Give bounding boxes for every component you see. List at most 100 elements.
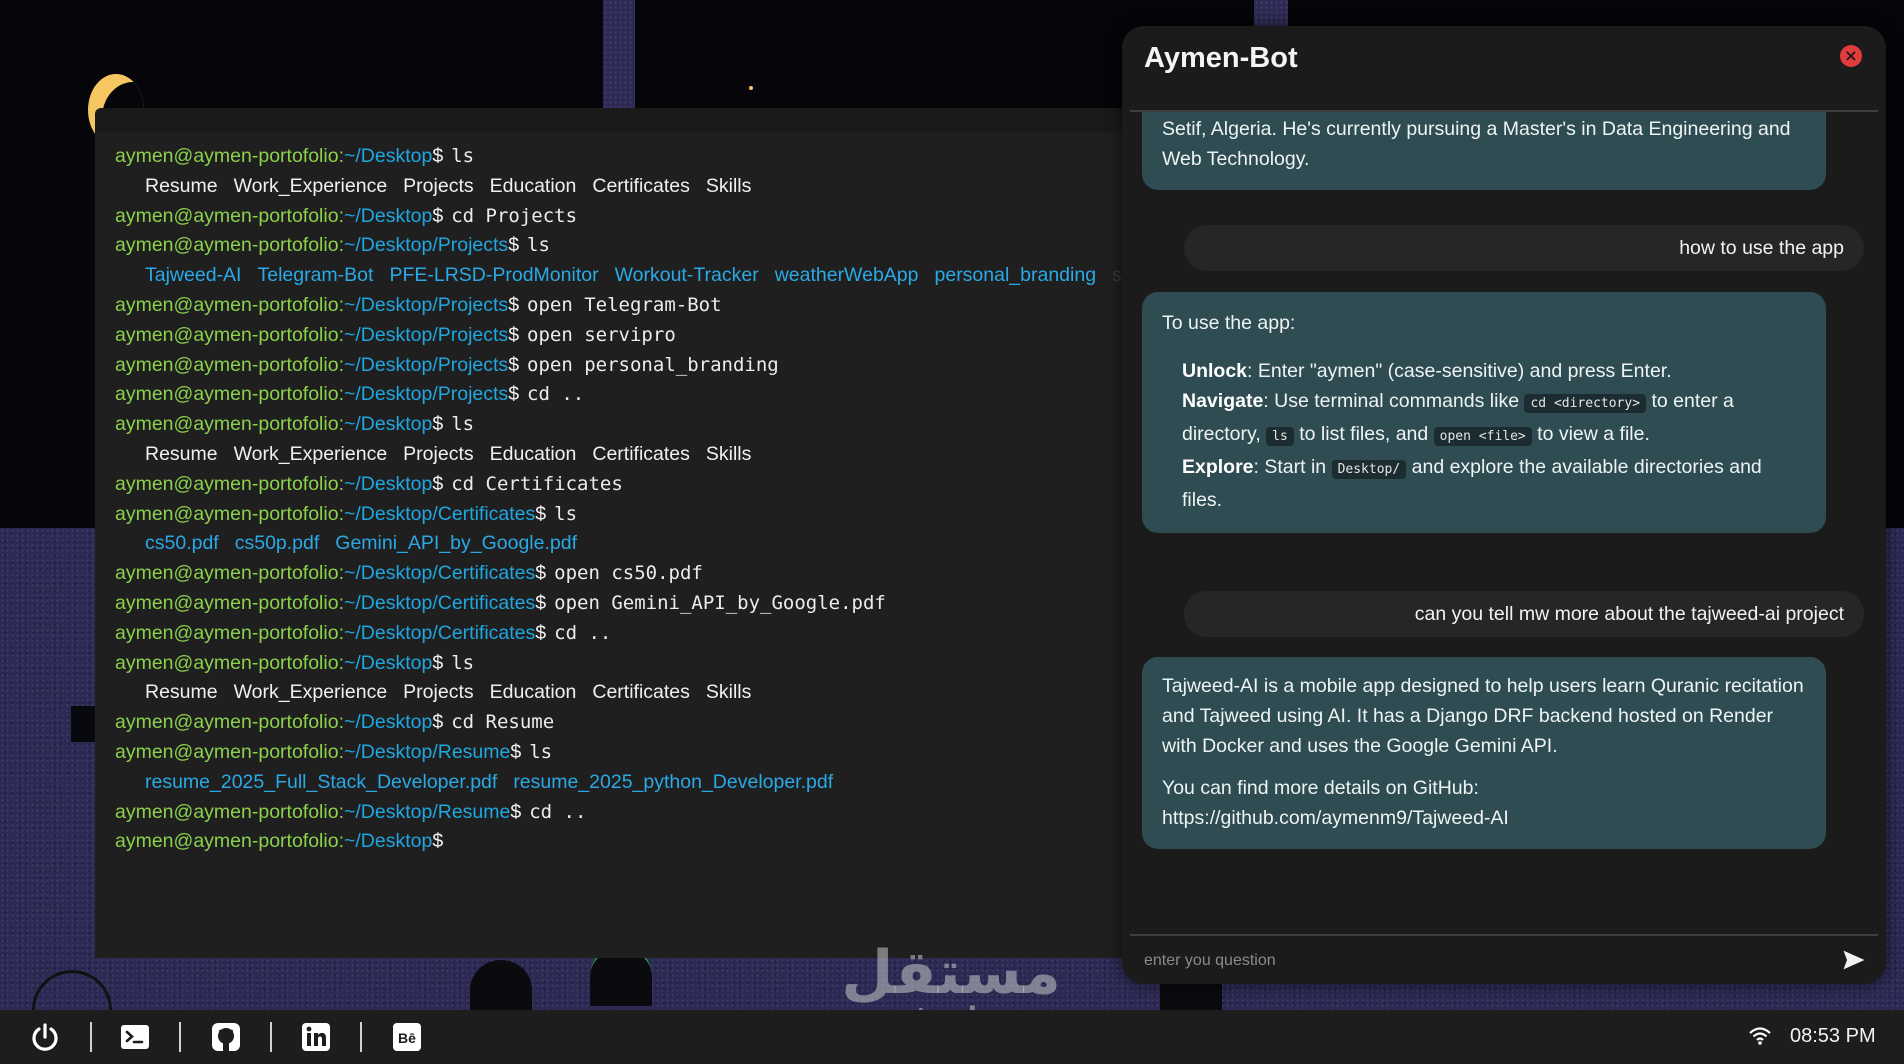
directory-entry[interactable]: Education [490,175,577,197]
prompt-path: ~/Desktop [343,711,433,734]
directory-entry[interactable]: Work_Experience [234,443,388,465]
prompt-path: ~/Desktop/Projects [343,353,509,376]
terminal-command-line: aymen@aymen-portofolio:~/Desktop/Project… [115,231,1125,261]
bot-message: Setif, Algeria. He's currently pursuing … [1142,112,1826,190]
directory-entry[interactable]: Resume [145,681,218,703]
directory-entry[interactable]: resume_2025_python_Developer.pdf [513,771,833,793]
prompt-path: ~/Desktop [343,145,433,167]
command-text: ls [451,651,475,674]
terminal-command-line: aymen@aymen-portofolio:~/Desktop/Certifi… [115,559,1125,589]
command-text: cd Certificates [451,472,623,495]
linkedin-icon[interactable] [300,1021,332,1053]
command-text: ls [527,234,550,257]
directory-entry[interactable]: cs50p.pdf [235,532,320,554]
code-snippet: open <file> [1433,427,1532,446]
directory-entry[interactable]: Certificates [592,681,690,703]
prompt-sign: $ [432,145,444,167]
close-icon[interactable]: × [1840,45,1862,67]
directory-entry[interactable]: Skills [706,681,752,703]
terminal-command-line: aymen@aymen-portofolio:~/Desktop/Project… [115,321,1125,351]
bot-message-text: To use the app: [1162,312,1296,334]
command-text: ls [451,413,475,436]
prompt-sign: $ [432,711,444,734]
prompt-sign: $ [510,740,522,763]
directory-entry[interactable]: weatherWebApp [775,264,919,286]
prompt-user: aymen@aymen-portofolio: [115,740,344,763]
terminal-command-line: aymen@aymen-portofolio:~/Desktop$ cd Proj… [115,202,1125,232]
send-icon[interactable] [1840,946,1868,974]
prompt-user: aymen@aymen-portofolio: [115,591,344,614]
terminal-command-line: aymen@aymen-portofolio:~/Desktop/Certifi… [115,589,1125,619]
taskbar-separator [360,1022,362,1052]
directory-entry[interactable]: Workout-Tracker [615,264,759,286]
user-message: can you tell mw more about the tajweed-a… [1184,591,1864,637]
directory-entry[interactable]: Gemini_API_by_Google.pdf [335,532,577,554]
prompt-path: ~/Desktop [343,413,433,436]
power-icon[interactable] [29,1021,61,1053]
prompt-path: ~/Desktop/Projects [343,383,509,406]
terminal-command-line: aymen@aymen-portofolio:~/Desktop/Project… [115,380,1125,410]
directory-entry[interactable]: Work_Experience [234,681,388,703]
svg-text:Bē: Bē [398,1030,416,1046]
directory-entry[interactable]: cs50.pdf [145,532,219,554]
command-text: cd .. [527,383,585,406]
prompt-sign: $ [508,293,520,316]
directory-entry[interactable]: Resume [145,175,218,197]
prompt-user: aymen@aymen-portofolio: [115,562,344,585]
directory-entry[interactable]: PFE-LRSD-ProdMonitor [389,264,598,286]
directory-entry[interactable]: Tajweed-AI [145,264,241,286]
chat-header: Aymen-Bot × [1122,26,1886,110]
chat-title: Aymen-Bot [1144,42,1298,74]
terminal-output-line: Resume Work_Experience Projects Education Ce… [115,440,1125,470]
prompt-user: aymen@aymen-portofolio: [115,830,344,853]
terminal-command-line: aymen@aymen-portofolio:~/Desktop$ cd Cert… [115,470,1125,500]
chatbot-panel: Aymen-Bot × Setif, Algeria. He's current… [1122,26,1886,984]
terminal-command-line: aymen@aymen-portofolio:~/Desktop/Resume$… [115,738,1125,768]
github-icon[interactable] [210,1021,242,1053]
terminal-window[interactable]: aymen@aymen-portofolio:~/Desktop$ ls Resum… [95,108,1125,958]
chat-messages[interactable]: Setif, Algeria. He's currently pursuing … [1122,112,1886,934]
directory-entry[interactable]: Projects [403,443,473,465]
terminal-output-line: Resume Work_Experience Projects Education Ce… [115,172,1125,202]
directory-entry[interactable]: Certificates [592,443,690,465]
directory-entry[interactable]: Skills [706,443,752,465]
directory-entry[interactable]: Certificates [592,175,690,197]
directory-entry[interactable]: Skills [706,175,752,197]
directory-entry[interactable]: Education [490,681,577,703]
terminal-command-line: aymen@aymen-portofolio:~/Desktop$ ls [115,410,1125,440]
star-graphic [749,86,753,90]
terminal-command-line: aymen@aymen-portofolio:~/Desktop$ cd Resu… [115,708,1125,738]
directory-entry[interactable]: Work_Experience [234,175,388,197]
directory-entry[interactable]: Projects [403,681,473,703]
prompt-sign: $ [432,830,444,853]
command-text: cd Projects [451,204,578,227]
taskbar-separator [270,1022,272,1052]
terminal-command-line: aymen@aymen-portofolio:~/Desktop/Certifi… [115,500,1125,530]
prompt-user: aymen@aymen-portofolio: [115,204,344,227]
bot-message-text: Setif, Algeria. He's currently pursuing … [1162,118,1791,170]
wallpaper-stripe [603,0,635,110]
prompt-path: ~/Desktop/Projects [343,323,509,346]
user-message-text: how to use the app [1679,237,1844,259]
terminal-icon[interactable] [119,1021,151,1053]
directory-entry[interactable]: Resume [145,443,218,465]
directory-entry[interactable]: personal_branding [935,264,1097,286]
directory-entry[interactable]: Education [490,443,577,465]
prompt-user: aymen@aymen-portofolio: [115,353,344,376]
prompt-user: aymen@aymen-portofolio: [115,651,344,674]
question-input[interactable] [1144,946,1804,976]
terminal-command-line: aymen@aymen-portofolio:~/Desktop/Certifi… [115,619,1125,649]
directory-entry[interactable]: resume_2025_Full_Stack_Developer.pdf [145,771,497,793]
terminal-command-line: aymen@aymen-portofolio:~/Desktop$ ls [115,142,1125,172]
howto-list: Unlock: Enter "aymen" (case-sensitive) a… [1162,356,1804,515]
behance-icon[interactable]: Bē [391,1021,423,1053]
wifi-icon[interactable] [1748,1024,1772,1048]
directory-entry[interactable]: Telegram-Bot [257,264,373,286]
prompt-sign: $ [535,562,547,585]
user-message-text: can you tell mw more about the tajweed-a… [1414,603,1844,625]
terminal-output: aymen@aymen-portofolio:~/Desktop$ ls Resum… [95,132,1125,857]
command-text: ls [451,145,475,167]
command-text: ls [554,502,578,525]
directory-entry[interactable]: Projects [403,175,473,197]
prompt-user: aymen@aymen-portofolio: [115,145,344,167]
